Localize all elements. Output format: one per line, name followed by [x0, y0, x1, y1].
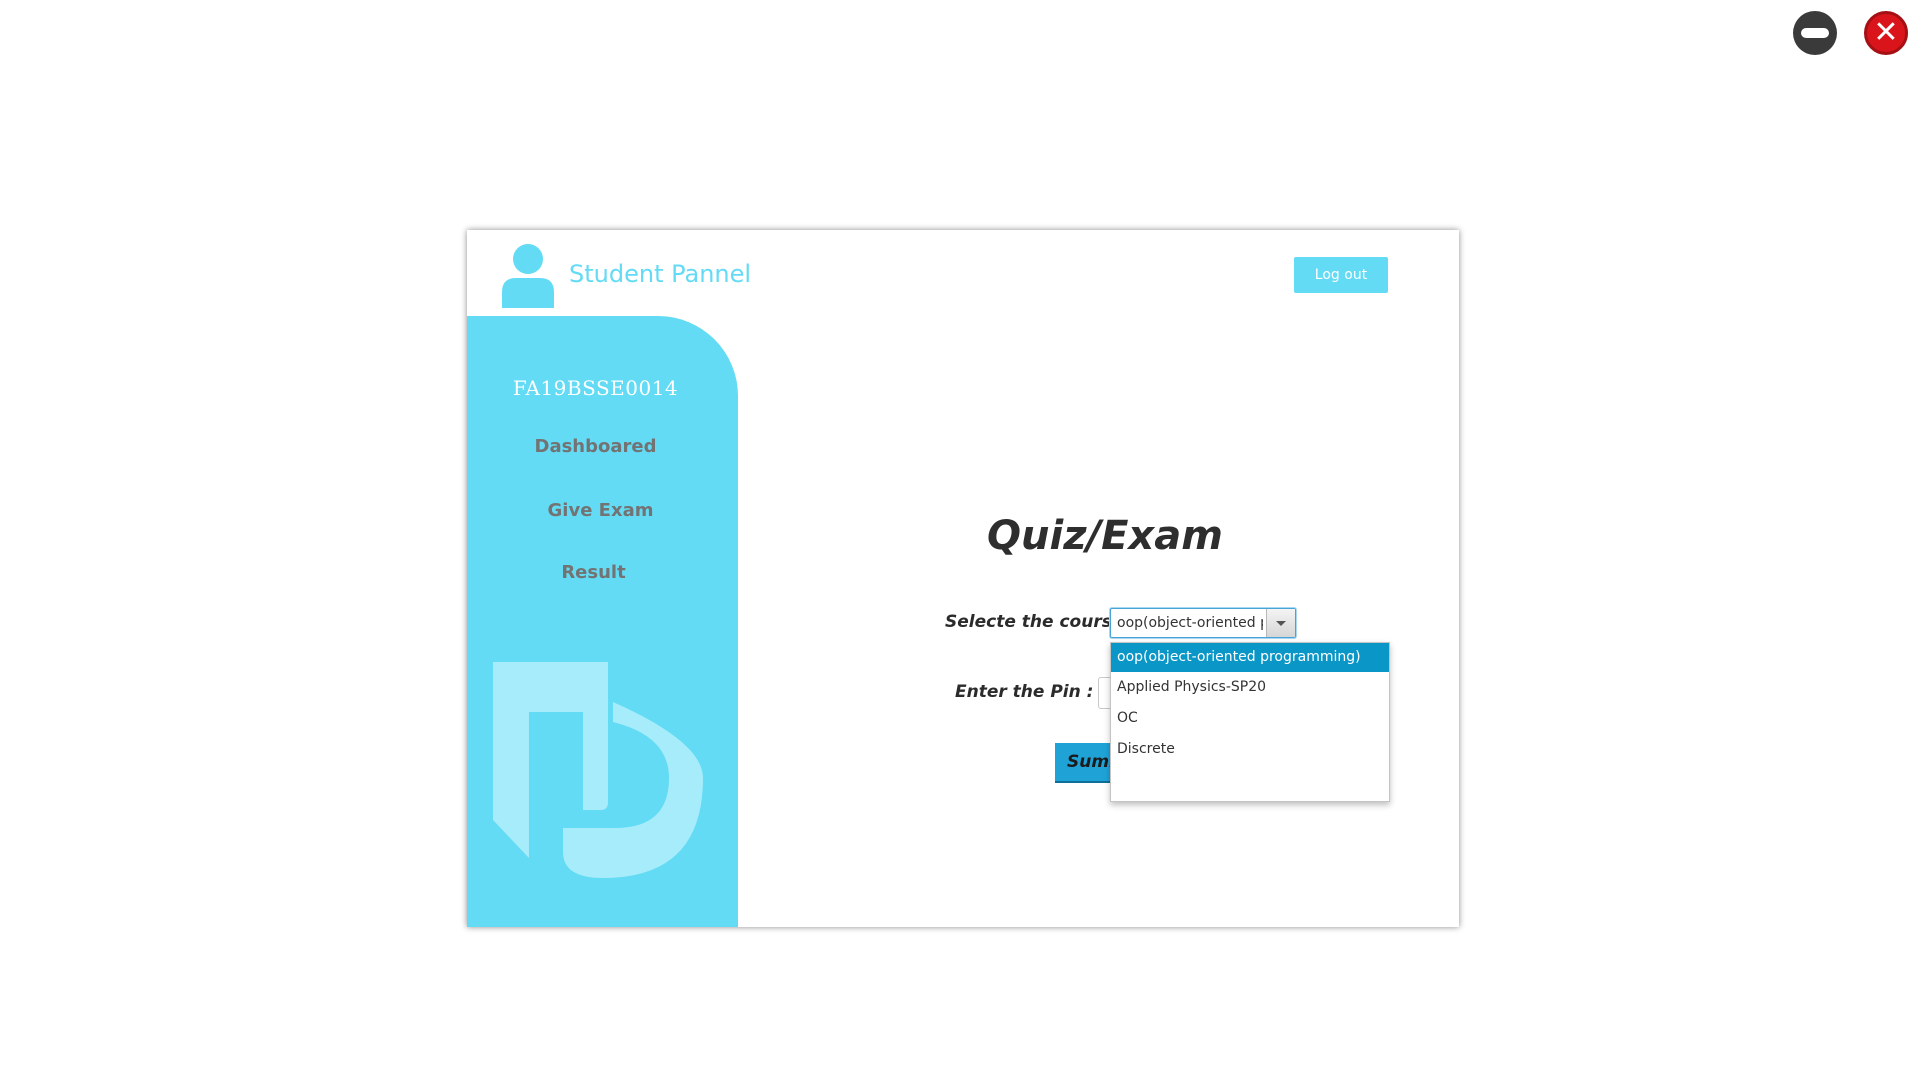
dropdown-option-applied-physics[interactable]: Applied Physics-SP20 — [1111, 673, 1389, 702]
close-icon[interactable]: ✕ — [1864, 11, 1908, 55]
pin-label: Enter the Pin : — [955, 682, 1094, 702]
chevron-down-icon[interactable] — [1266, 609, 1295, 637]
sidebar: FA19BSSE0014 Dashboared Give Exam Result — [467, 316, 738, 927]
minimize-icon[interactable] — [1793, 11, 1837, 55]
student-panel-window: Student Pannel Log out FA19BSSE0014 Dash… — [467, 230, 1459, 927]
dropdown-option-discrete[interactable]: Discrete — [1111, 735, 1389, 764]
dropdown-option-oop[interactable]: oop(object-oriented programming) — [1111, 643, 1389, 672]
course-dropdown-list: oop(object-oriented programming) Applied… — [1110, 642, 1390, 802]
dropdown-option-oc[interactable]: OC — [1111, 704, 1389, 733]
course-label: Selecte the course — [945, 612, 1124, 632]
fj-logo-icon — [493, 662, 703, 878]
logout-button[interactable]: Log out — [1294, 257, 1388, 293]
close-glyph: ✕ — [1873, 15, 1899, 50]
sidebar-item-give-exam[interactable]: Give Exam — [472, 500, 729, 521]
course-select[interactable]: oop(object-oriented programming) — [1110, 608, 1296, 638]
student-id: FA19BSSE0014 — [512, 376, 679, 400]
sidebar-item-dashboard[interactable]: Dashboared — [467, 436, 724, 457]
course-select-value: oop(object-oriented programming) — [1117, 615, 1263, 631]
user-avatar-icon — [502, 244, 554, 308]
page-title: Quiz/Exam — [987, 513, 1223, 559]
page-header-title: Student Pannel — [569, 260, 752, 288]
sidebar-item-result[interactable]: Result — [467, 562, 722, 583]
